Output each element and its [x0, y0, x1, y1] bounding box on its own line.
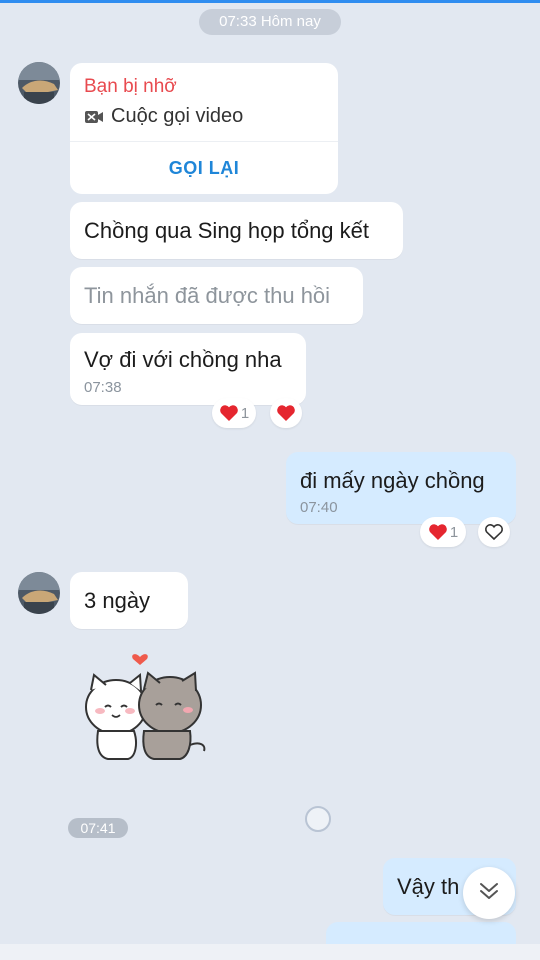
bottom-edge	[0, 944, 540, 960]
sticker-time: 07:41	[68, 818, 128, 838]
message-bubble[interactable]: Vợ đi với chồng nha 07:38	[70, 333, 306, 405]
scroll-to-bottom-button[interactable]	[463, 867, 515, 919]
message-bubble-outgoing[interactable]: đi mấy ngày chồng 07:40	[286, 452, 516, 524]
message-bubble[interactable]: Chồng qua Sing họp tổng kết	[70, 202, 403, 259]
heart-icon	[219, 404, 239, 422]
message-text: Vợ đi với chồng nha	[84, 347, 282, 372]
message-text: đi mấy ngày chồng	[300, 468, 485, 493]
missed-call-type: Cuộc gọi video	[111, 105, 244, 127]
reaction-count: 1	[449, 523, 459, 541]
message-time: 07:38	[84, 379, 122, 396]
reaction-count: 1	[240, 404, 250, 422]
reaction-count-badge[interactable]: 1	[420, 517, 466, 547]
missed-call-title: Bạn bị nhỡ	[84, 76, 177, 97]
top-accent-line	[0, 0, 540, 3]
missed-call-card: Bạn bị nhỡ Cuộc gọi video GỌI LẠI	[70, 63, 338, 194]
double-chevron-down-icon	[478, 881, 500, 906]
date-separator: 07:33 Hôm nay	[199, 9, 341, 35]
add-reaction-button[interactable]	[478, 517, 510, 547]
message-text: 3 ngày	[84, 588, 151, 613]
heart-outline-icon	[484, 523, 504, 541]
message-bubble-recalled[interactable]: Tin nhắn đã được thu hồi	[70, 267, 363, 324]
contact-avatar[interactable]	[18, 62, 60, 104]
message-time: 07:40	[300, 499, 338, 516]
call-back-button[interactable]: GỌI LẠI	[70, 142, 338, 194]
message-bubble[interactable]: 3 ngày	[70, 572, 188, 629]
reaction-count-badge[interactable]: 1	[212, 398, 256, 428]
seen-indicator	[305, 806, 331, 832]
heart-icon	[428, 523, 448, 541]
missed-call-subtitle: Cuộc gọi video	[84, 105, 243, 128]
message-text: Chồng qua Sing họp tổng kết	[84, 218, 370, 243]
contact-avatar[interactable]	[18, 572, 60, 614]
heart-icon	[276, 404, 296, 422]
video-camera-icon	[84, 109, 104, 125]
message-text: Tin nhắn đã được thu hồi	[84, 283, 331, 308]
react-button[interactable]	[270, 398, 302, 428]
cat-couple-sticker[interactable]	[78, 645, 218, 770]
